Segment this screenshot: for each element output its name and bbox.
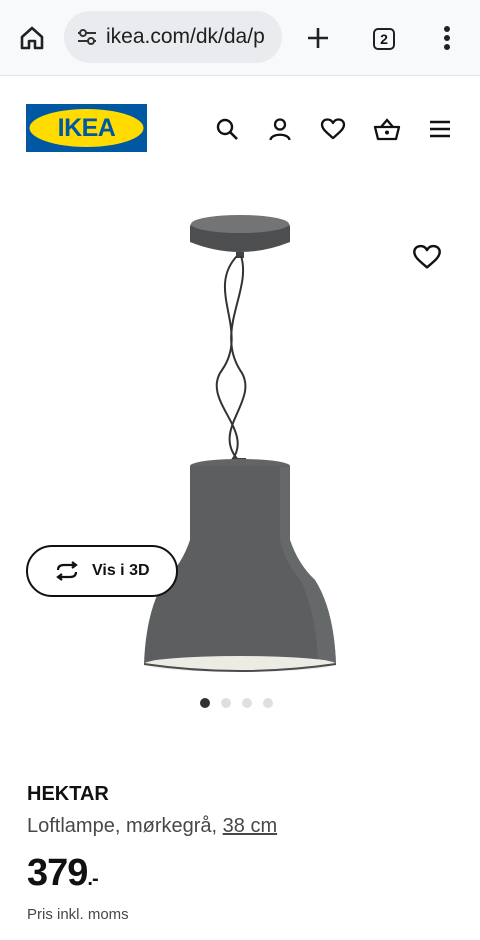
product-size-link[interactable]: 38 cm — [223, 815, 277, 837]
search-icon[interactable] — [214, 116, 240, 142]
product-price: 379.- — [27, 852, 99, 895]
product-type: Loftlampe, mørkegrå, — [27, 815, 218, 837]
gallery-pagination — [200, 698, 273, 708]
gallery-dot[interactable] — [242, 698, 252, 708]
browser-toolbar: ikea.com/dk/da/p 2 — [0, 0, 480, 76]
wishlist-icon[interactable] — [320, 116, 346, 142]
account-icon[interactable] — [267, 116, 293, 142]
ikea-logo[interactable]: IKEA — [26, 104, 147, 152]
rotate-3d-icon — [56, 561, 78, 581]
product-name: HEKTAR — [27, 783, 109, 805]
home-icon[interactable] — [16, 22, 48, 54]
view-in-3d-button[interactable]: Vis i 3D — [26, 545, 178, 597]
gallery-dot[interactable] — [263, 698, 273, 708]
site-header: IKEA — [0, 76, 480, 180]
new-tab-icon[interactable] — [302, 22, 334, 54]
logo-text: IKEA — [58, 114, 116, 142]
price-suffix: .- — [87, 868, 98, 890]
price-value: 379 — [27, 852, 88, 894]
more-vert-icon[interactable] — [435, 22, 459, 54]
gallery-dot[interactable] — [221, 698, 231, 708]
product-image[interactable] — [0, 180, 480, 720]
product-image-gallery[interactable] — [0, 180, 480, 720]
site-settings-icon[interactable] — [76, 26, 98, 48]
product-description: Loftlampe, mørkegrå, 38 cm — [27, 815, 277, 838]
view-in-3d-label: Vis i 3D — [92, 562, 150, 579]
tab-switcher-button[interactable]: 2 — [369, 24, 399, 54]
address-bar[interactable]: ikea.com/dk/da/p — [64, 11, 282, 63]
menu-icon[interactable] — [427, 116, 453, 142]
tab-count: 2 — [373, 28, 395, 50]
price-note: Pris inkl. moms — [27, 906, 129, 923]
favorite-icon[interactable] — [412, 242, 442, 272]
gallery-dot[interactable] — [200, 698, 210, 708]
basket-icon[interactable] — [373, 116, 401, 142]
url-text[interactable]: ikea.com/dk/da/p — [106, 25, 265, 49]
